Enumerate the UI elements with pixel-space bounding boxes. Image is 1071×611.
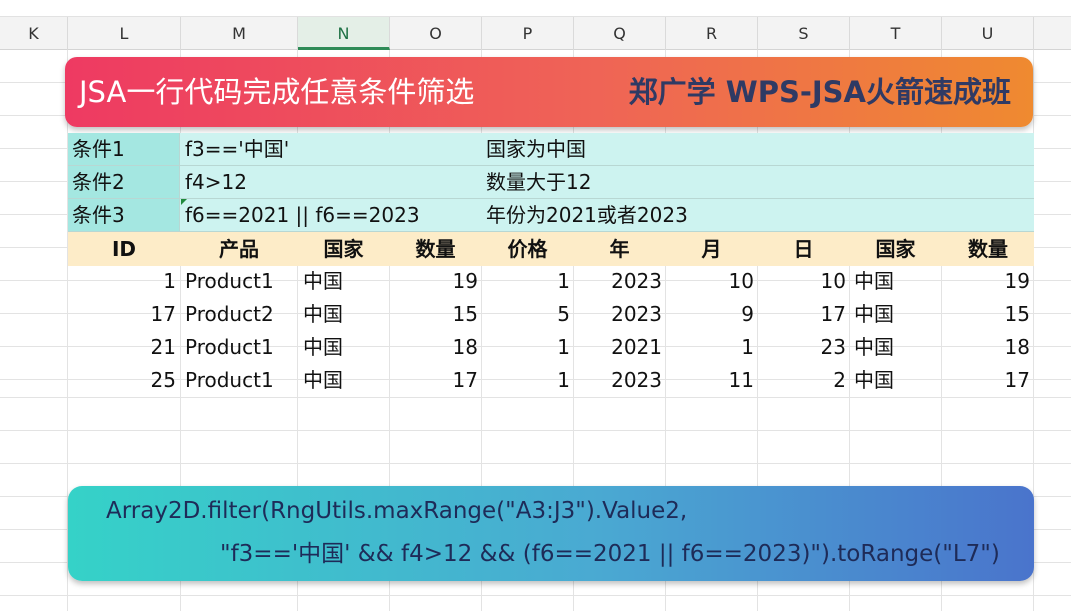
condition-row-1[interactable]: 条件1 f3=='中国' 国家为中国 <box>68 133 1034 166</box>
condition-description[interactable]: 国家为中国 <box>486 133 586 165</box>
table-header-cell[interactable]: 国家 <box>298 232 389 266</box>
title-banner: JSA一行代码完成任意条件筛选 郑广学 WPS-JSA火箭速成班 <box>65 57 1033 127</box>
table-header-cell[interactable]: 年 <box>574 232 665 266</box>
table-header-cell[interactable]: 价格 <box>482 232 573 266</box>
condition-description[interactable]: 年份为2021或者2023 <box>486 199 688 231</box>
column-header-u[interactable]: U <box>942 17 1034 50</box>
condition-expression[interactable]: f4>12 <box>185 166 247 198</box>
table-cell[interactable]: 1 <box>666 331 754 364</box>
table-cell[interactable]: 10 <box>666 265 754 298</box>
table-header-cell[interactable]: 数量 <box>942 232 1034 266</box>
table-cell[interactable]: 2 <box>758 364 846 397</box>
table-cell[interactable]: 10 <box>758 265 846 298</box>
table-cell[interactable]: Product1 <box>185 265 297 298</box>
condition-label[interactable]: 条件3 <box>68 199 180 231</box>
table-cell[interactable]: 19 <box>942 265 1030 298</box>
table-cell[interactable]: 2023 <box>574 298 662 331</box>
table-cell[interactable]: 中国 <box>854 298 940 331</box>
code-line-2: "f3=='中国' && f4>12 && (f6==2021 || f6==2… <box>220 541 1000 567</box>
table-cell[interactable]: 中国 <box>854 331 940 364</box>
column-header-k[interactable]: K <box>0 17 68 50</box>
table-cell[interactable]: 1 <box>68 265 176 298</box>
condition-description[interactable]: 数量大于12 <box>486 166 591 198</box>
condition-label[interactable]: 条件1 <box>68 133 180 165</box>
table-cell[interactable]: 中国 <box>303 265 389 298</box>
table-cell[interactable]: 2023 <box>574 265 662 298</box>
table-cell[interactable]: 1 <box>482 364 570 397</box>
table-header-cell[interactable]: 日 <box>758 232 849 266</box>
table-cell[interactable]: 9 <box>666 298 754 331</box>
column-header-t[interactable]: T <box>850 17 942 50</box>
table-cell[interactable]: 中国 <box>303 364 389 397</box>
column-header-s[interactable]: S <box>758 17 850 50</box>
table-cell[interactable]: 11 <box>666 364 754 397</box>
table-cell[interactable]: 19 <box>390 265 478 298</box>
table-cell[interactable]: 1 <box>482 265 570 298</box>
table-cell[interactable]: 21 <box>68 331 176 364</box>
table-cell[interactable]: 中国 <box>854 364 940 397</box>
banner-title-left: JSA一行代码完成任意条件筛选 <box>79 75 475 109</box>
condition-expression[interactable]: f6==2021 || f6==2023 <box>185 199 420 231</box>
table-header-row: ID 产品 国家 数量 价格 年 月 日 国家 数量 <box>68 232 1034 266</box>
table-cell[interactable]: 18 <box>390 331 478 364</box>
table-cell[interactable]: Product1 <box>185 331 297 364</box>
table-cell[interactable]: 23 <box>758 331 846 364</box>
table-cell[interactable]: 2021 <box>574 331 662 364</box>
column-header-p[interactable]: P <box>482 17 574 50</box>
column-header-o[interactable]: O <box>390 17 482 50</box>
table-cell[interactable]: Product2 <box>185 298 297 331</box>
table-cell[interactable]: 中国 <box>303 298 389 331</box>
table-cell[interactable]: 2023 <box>574 364 662 397</box>
column-header-l[interactable]: L <box>68 17 181 50</box>
table-cell[interactable]: 17 <box>68 298 176 331</box>
banner-title-right: 郑广学 WPS-JSA火箭速成班 <box>628 75 1011 109</box>
table-cell[interactable]: 18 <box>942 331 1030 364</box>
table-cell[interactable]: 5 <box>482 298 570 331</box>
table-header-cell[interactable]: 国家 <box>850 232 941 266</box>
column-header-n[interactable]: N <box>298 17 390 50</box>
table-header-cell[interactable]: ID <box>68 232 180 266</box>
code-snippet-box: Array2D.filter(RngUtils.maxRange("A3:J3"… <box>68 486 1034 581</box>
table-header-cell[interactable]: 产品 <box>181 232 297 266</box>
table-header-cell[interactable]: 月 <box>666 232 757 266</box>
column-header-bar: K L M N O P Q R S T U <box>0 16 1071 50</box>
table-cell[interactable]: 中国 <box>303 331 389 364</box>
table-cell[interactable]: 1 <box>482 331 570 364</box>
table-cell[interactable]: Product1 <box>185 364 297 397</box>
column-header-q[interactable]: Q <box>574 17 666 50</box>
table-cell[interactable]: 17 <box>942 364 1030 397</box>
table-cell[interactable]: 25 <box>68 364 176 397</box>
table-cell[interactable]: 15 <box>942 298 1030 331</box>
condition-row-2[interactable]: 条件2 f4>12 数量大于12 <box>68 166 1034 199</box>
condition-row-3[interactable]: 条件3 f6==2021 || f6==2023 年份为2021或者2023 <box>68 199 1034 232</box>
table-header-cell[interactable]: 数量 <box>390 232 481 266</box>
column-header-m[interactable]: M <box>181 17 298 50</box>
table-cell[interactable]: 17 <box>390 364 478 397</box>
column-header-r[interactable]: R <box>666 17 758 50</box>
table-cell[interactable]: 15 <box>390 298 478 331</box>
table-cell[interactable]: 中国 <box>854 265 940 298</box>
code-line-1: Array2D.filter(RngUtils.maxRange("A3:J3"… <box>106 498 688 524</box>
table-cell[interactable]: 17 <box>758 298 846 331</box>
condition-expression[interactable]: f3=='中国' <box>185 133 289 165</box>
condition-label[interactable]: 条件2 <box>68 166 180 198</box>
